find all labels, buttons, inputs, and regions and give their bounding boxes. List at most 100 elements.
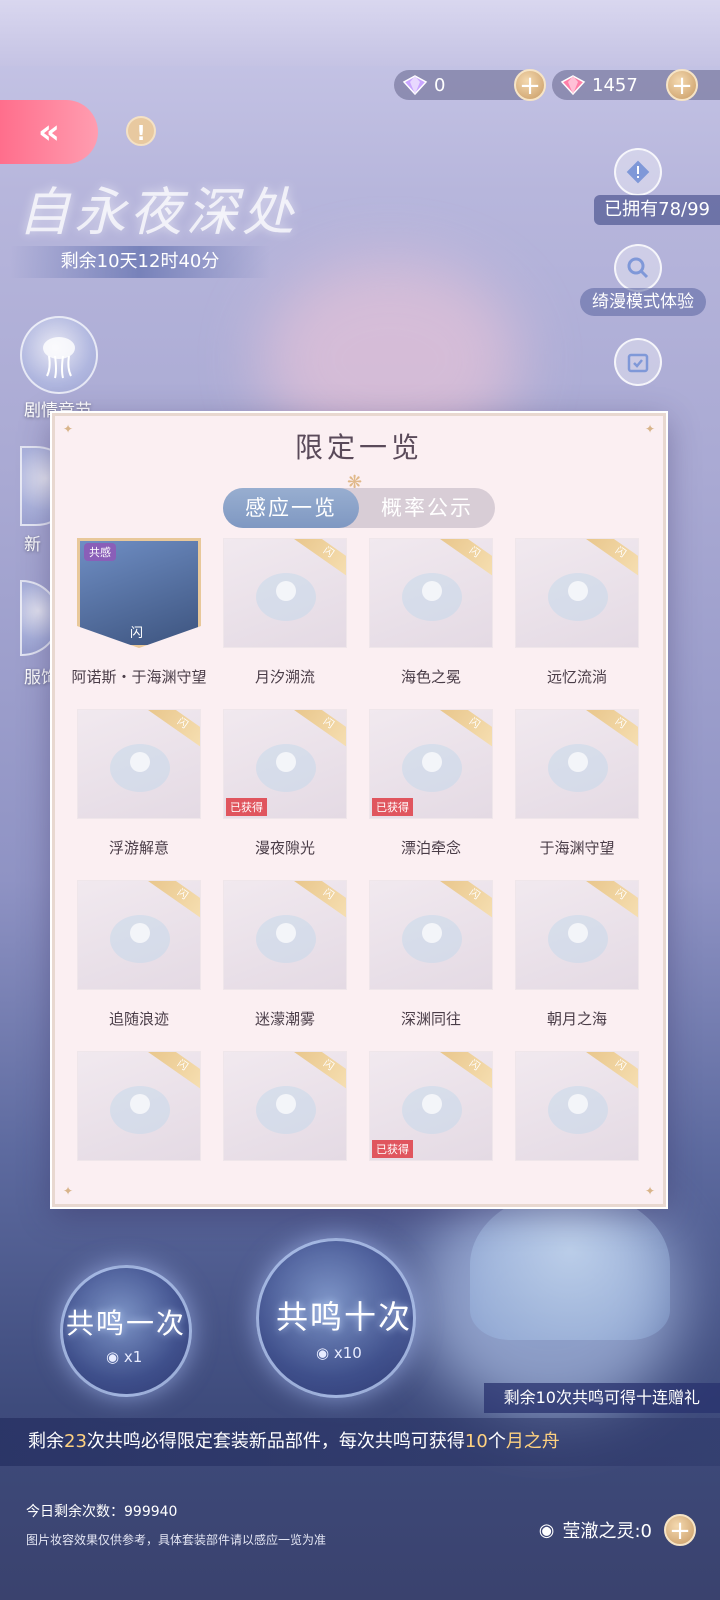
- item-thumbnail: 闪: [369, 880, 493, 990]
- item-card[interactable]: 闪海色之冕: [369, 538, 493, 687]
- item-name: 朝月之海: [546, 1010, 607, 1028]
- owned-badge: 已获得: [372, 1140, 413, 1158]
- rarity-tag: 闪: [130, 626, 144, 641]
- diamond-exclaim-icon: [626, 160, 650, 184]
- item-card[interactable]: 闪迷濛潮雾: [223, 880, 347, 1029]
- notice-prefix: 剩余: [28, 1431, 64, 1452]
- disclaimer: 图片妆容效果仅供参考，具体套装部件请以感应一览为准: [26, 1533, 327, 1547]
- item-name: 阿诺斯・于海渊守望: [71, 668, 207, 686]
- info-button[interactable]: !: [126, 116, 156, 146]
- event-title: 自永夜深处: [18, 183, 299, 243]
- item-card[interactable]: 闪已获得: [369, 1051, 493, 1179]
- item-card[interactable]: 闪月汐溯流: [223, 538, 347, 687]
- calendar-button[interactable]: [614, 338, 662, 386]
- item-thumbnail: 闪: [223, 1051, 347, 1161]
- notice-count: 23: [64, 1431, 87, 1452]
- shell-icon: ◉: [106, 1348, 120, 1366]
- item-thumbnail: 闪: [223, 538, 347, 648]
- spirit-count: 莹澈之灵:0: [562, 1521, 652, 1542]
- notice-mid: 次共鸣必得限定套装新品部件，每次共鸣可获得: [86, 1431, 465, 1452]
- ten-pull-bonus: 剩余10次共鸣可得十连赠礼: [483, 1383, 720, 1413]
- item-name: 浮游解意: [108, 839, 169, 857]
- item-name: 远忆流淌: [546, 668, 607, 686]
- item-card[interactable]: 闪浮游解意: [77, 709, 201, 858]
- pull-ten-cost-value: x10: [333, 1344, 362, 1362]
- preview-mode-label: 绮漫模式体验: [580, 288, 706, 316]
- limited-items-dialog: ✦ ✦ ✦ ✦ 限定一览 ❋ 感应一览 概率公示 共感闪阿诺斯・于海渊守望闪月汐…: [52, 413, 666, 1207]
- daily-remaining: 今日剩余次数：999940: [26, 1504, 178, 1520]
- dialog-title: 限定一览: [294, 431, 423, 464]
- pull-ten-label: 共鸣十次: [276, 1298, 413, 1336]
- top-bar: [0, 0, 720, 66]
- guarantee-notice: 剩余23次共鸣必得限定套装新品部件，每次共鸣可获得10个月之舟: [0, 1418, 720, 1466]
- notice-reward-count: 10: [464, 1431, 488, 1452]
- pull-once-cost: ◉ x1: [106, 1348, 142, 1366]
- item-name: 追随浪迹: [108, 1010, 169, 1028]
- item-thumbnail: 闪: [515, 538, 639, 648]
- item-name: 深渊同往: [400, 1010, 461, 1028]
- item-card[interactable]: 闪: [223, 1051, 347, 1179]
- double-chevron-left-icon: «: [38, 112, 60, 152]
- item-thumbnail: 闪: [77, 1051, 201, 1161]
- diamond-icon: [402, 75, 428, 96]
- add-gem-button[interactable]: +: [666, 69, 698, 101]
- notice-reward-unit: 个: [487, 1431, 506, 1452]
- item-name: 迷濛潮雾: [254, 1010, 315, 1028]
- owned-count: 已拥有78/99: [594, 195, 720, 225]
- item-card[interactable]: 闪远忆流淌: [515, 538, 639, 687]
- item-card[interactable]: 闪朝月之海: [515, 880, 639, 1029]
- item-card[interactable]: 闪: [77, 1051, 201, 1179]
- item-thumbnail: 共感闪: [77, 538, 201, 648]
- item-thumbnail: 闪已获得: [223, 709, 347, 819]
- item-card[interactable]: 闪已获得漂泊牵念: [369, 709, 493, 858]
- item-name: 于海渊守望: [539, 839, 615, 857]
- gem-icon: [560, 75, 586, 96]
- story-chapter-button[interactable]: [20, 316, 98, 394]
- pull-once-cost-value: x1: [123, 1348, 143, 1366]
- item-thumbnail: 闪已获得: [369, 1051, 493, 1161]
- item-card[interactable]: 闪: [515, 1051, 639, 1179]
- item-name: 月汐溯流: [254, 668, 315, 686]
- jellyfish-icon: [43, 337, 75, 379]
- item-thumbnail: 闪: [515, 709, 639, 819]
- item-name: 漫夜隙光: [254, 839, 315, 857]
- owned-badge: 已获得: [226, 798, 267, 816]
- calendar-icon: [627, 353, 649, 373]
- event-time-left: 剩余10天12时40分: [10, 246, 270, 278]
- corner-ornament: ✦: [63, 1184, 74, 1198]
- item-thumbnail: 闪: [223, 880, 347, 990]
- jellyfish-decoration: [470, 1190, 670, 1340]
- item-name: 海色之冕: [400, 668, 461, 686]
- premium-count: 0: [434, 74, 446, 96]
- spirit-currency: ◉ 莹澈之灵:0: [539, 1517, 652, 1543]
- pull-ten-cost: ◉ x10: [316, 1344, 362, 1362]
- item-card[interactable]: 闪追随浪迹: [77, 880, 201, 1029]
- item-thumbnail: 闪: [369, 538, 493, 648]
- back-button[interactable]: «: [0, 100, 98, 164]
- item-thumbnail: 闪: [515, 880, 639, 990]
- item-card[interactable]: 闪于海渊守望: [515, 709, 639, 858]
- corner-ornament: ✦: [645, 1184, 656, 1198]
- tab-induction-list[interactable]: 感应一览: [223, 488, 359, 528]
- notice-reward-name: 月之舟: [505, 1431, 560, 1452]
- item-thumbnail: 闪已获得: [369, 709, 493, 819]
- shell-icon: ◉: [538, 1519, 555, 1541]
- item-card[interactable]: 闪已获得漫夜隙光: [223, 709, 347, 858]
- preview-mode-button[interactable]: [614, 244, 662, 292]
- item-card[interactable]: 共感闪阿诺斯・于海渊守望: [71, 538, 207, 687]
- shell-icon: ◉: [316, 1344, 330, 1362]
- add-premium-button[interactable]: +: [514, 69, 546, 101]
- collection-button[interactable]: [614, 148, 662, 196]
- magnifier-icon: [627, 257, 649, 279]
- item-thumbnail: 闪: [515, 1051, 639, 1161]
- item-thumbnail: 闪: [77, 709, 201, 819]
- add-spirit-button[interactable]: +: [664, 1514, 696, 1546]
- tab-probability[interactable]: 概率公示: [359, 488, 495, 528]
- item-card[interactable]: 闪深渊同往: [369, 880, 493, 1029]
- new-label: 新: [24, 535, 41, 555]
- dialog-tabs: 感应一览 概率公示: [223, 488, 495, 528]
- item-thumbnail: 闪: [77, 880, 201, 990]
- item-name: 漂泊牵念: [400, 839, 461, 857]
- owned-badge: 已获得: [372, 798, 413, 816]
- pull-once-label: 共鸣一次: [66, 1307, 187, 1340]
